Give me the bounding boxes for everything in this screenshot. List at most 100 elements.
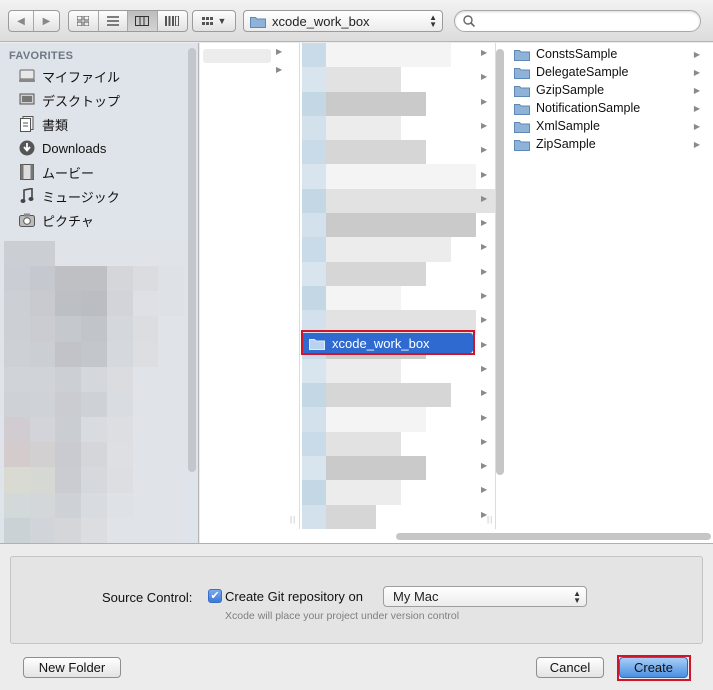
disclosure-triangle-icon: ▶ [481, 315, 488, 325]
mosaic-cell [351, 213, 376, 238]
mosaic-cell [451, 164, 476, 189]
folder-label: ConstsSample [536, 47, 618, 61]
chevron-left-icon: ◀ [17, 15, 25, 27]
folder-item-delegate-sample[interactable]: DelegateSample ▶ [514, 63, 700, 81]
disclosure-triangle-icon: ▶ [276, 65, 283, 74]
disclosure-triangle-icon: ▶ [693, 49, 700, 59]
mosaic-cell [351, 140, 376, 165]
sidebar-item-all-my-files[interactable]: マイファイル [18, 65, 193, 87]
disclosure-triangle-icon: ▶ [693, 121, 700, 131]
mosaic-cell [302, 456, 326, 481]
folder-icon [514, 67, 530, 79]
mosaic-cell [351, 285, 376, 311]
folder-item-consts-sample[interactable]: ConstsSample ▶ [514, 45, 700, 63]
back-button[interactable]: ◀ [9, 11, 34, 31]
search-field[interactable] [454, 10, 701, 32]
sidebar-item-pictures[interactable]: ピクチャ [18, 209, 193, 231]
icon-view-button[interactable] [69, 11, 99, 31]
mosaic-cell [326, 358, 351, 384]
arrange-button[interactable]: ▼ [192, 10, 236, 32]
disclosure-triangle-icon: ▶ [481, 48, 488, 57]
mosaic-cell [302, 213, 326, 238]
folder-icon [250, 16, 266, 28]
sidebar-scrollbar[interactable] [188, 48, 196, 472]
git-location-popup[interactable]: My Mac ▲ ▼ [383, 586, 587, 607]
folder-label: DelegateSample [536, 65, 629, 79]
create-git-label[interactable]: Create Git repository on [225, 589, 363, 604]
disclosure-triangle-icon: ▶ [693, 139, 700, 149]
disclosure-triangle-icon: ▶ [481, 388, 488, 398]
mosaic-cell [376, 237, 401, 262]
search-input[interactable] [480, 14, 690, 28]
mosaic-cell [426, 213, 451, 238]
disclosure-triangle-icon: ▶ [481, 193, 488, 203]
coverflow-view-icon [165, 16, 180, 26]
mosaic-cell [326, 43, 351, 68]
column-2-scrollbar[interactable] [496, 49, 504, 475]
obscured-row[interactable] [203, 49, 271, 63]
list-view-button[interactable] [99, 11, 128, 31]
mosaic-cell [401, 285, 426, 311]
navigation-segmented-control: ◀ ▶ [8, 10, 60, 32]
mosaic-cell [351, 431, 376, 457]
mosaic-cell [401, 358, 426, 384]
git-location-value: My Mac [393, 589, 439, 604]
music-icon [18, 188, 36, 204]
column-resize-handle[interactable]: || [290, 515, 296, 524]
mosaic-cell [426, 480, 451, 505]
mosaic-cell [401, 115, 426, 141]
mosaic-cell [376, 67, 401, 92]
folder-item-zip-sample[interactable]: ZipSample ▶ [514, 135, 700, 153]
disclosure-triangle-icon: ▶ [481, 485, 488, 495]
folder-item-notification-sample[interactable]: NotificationSample ▶ [514, 99, 700, 117]
sidebar-item-desktop[interactable]: デスクトップ [18, 89, 193, 111]
mosaic-cell [426, 67, 451, 92]
mosaic-cell [426, 140, 451, 165]
sidebar-item-movies[interactable]: ムービー [18, 161, 193, 183]
mosaic-cell [451, 504, 476, 529]
sidebar-item-label: ピクチャ [42, 213, 94, 229]
folder-icon [514, 103, 530, 115]
mosaic-cell [451, 431, 476, 457]
horizontal-scrollbar[interactable] [396, 533, 711, 540]
folder-item-gzip-sample[interactable]: GzipSample ▶ [514, 81, 700, 99]
new-folder-button[interactable]: New Folder [23, 657, 121, 678]
sidebar-item-downloads[interactable]: Downloads [18, 137, 193, 159]
forward-button[interactable]: ▶ [34, 11, 59, 31]
mosaic-cell [302, 91, 326, 116]
column-resize-handle[interactable]: || [487, 515, 493, 524]
mosaic-cell [401, 91, 426, 116]
mosaic-cell [351, 480, 376, 505]
mosaic-cell [326, 237, 351, 262]
disclosure-triangle-icon: ▶ [276, 47, 283, 56]
folder-label: XmlSample [536, 119, 600, 133]
disclosure-triangle-icon: ▶ [481, 509, 488, 519]
panel-divider [0, 543, 713, 544]
create-git-checkbox[interactable]: ✔ [208, 589, 222, 603]
mosaic-cell [401, 67, 426, 92]
options-panel: Source Control: ✔ Create Git repository … [10, 556, 703, 644]
disclosure-triangle-icon: ▶ [481, 169, 488, 179]
disclosure-triangle-icon: ▶ [481, 266, 488, 276]
folder-icon [514, 121, 530, 133]
mosaic-cell [426, 358, 451, 384]
icon-view-icon [77, 16, 90, 26]
coverflow-view-button[interactable] [158, 11, 187, 31]
folder-item-xml-sample[interactable]: XmlSample ▶ [514, 117, 700, 135]
mosaic-cell [302, 237, 326, 262]
mosaic-cell [376, 407, 401, 432]
mosaic-cell [426, 115, 451, 141]
sidebar-item-label: マイファイル [42, 69, 121, 85]
mosaic-cell [302, 285, 326, 311]
mosaic-cell [326, 67, 351, 92]
column-view-button[interactable] [128, 11, 158, 31]
cancel-button[interactable]: Cancel [536, 657, 604, 678]
sidebar-item-documents[interactable]: 書類 [18, 113, 193, 135]
path-popup[interactable]: xcode_work_box ▲ ▼ [243, 10, 443, 32]
mosaic-cell [351, 164, 376, 189]
folder-label: NotificationSample [536, 101, 641, 115]
sidebar-item-music[interactable]: ミュージック [18, 185, 193, 207]
mosaic-cell [376, 164, 401, 189]
mosaic-cell [351, 383, 376, 408]
disclosure-triangle-icon: ▶ [481, 363, 488, 373]
